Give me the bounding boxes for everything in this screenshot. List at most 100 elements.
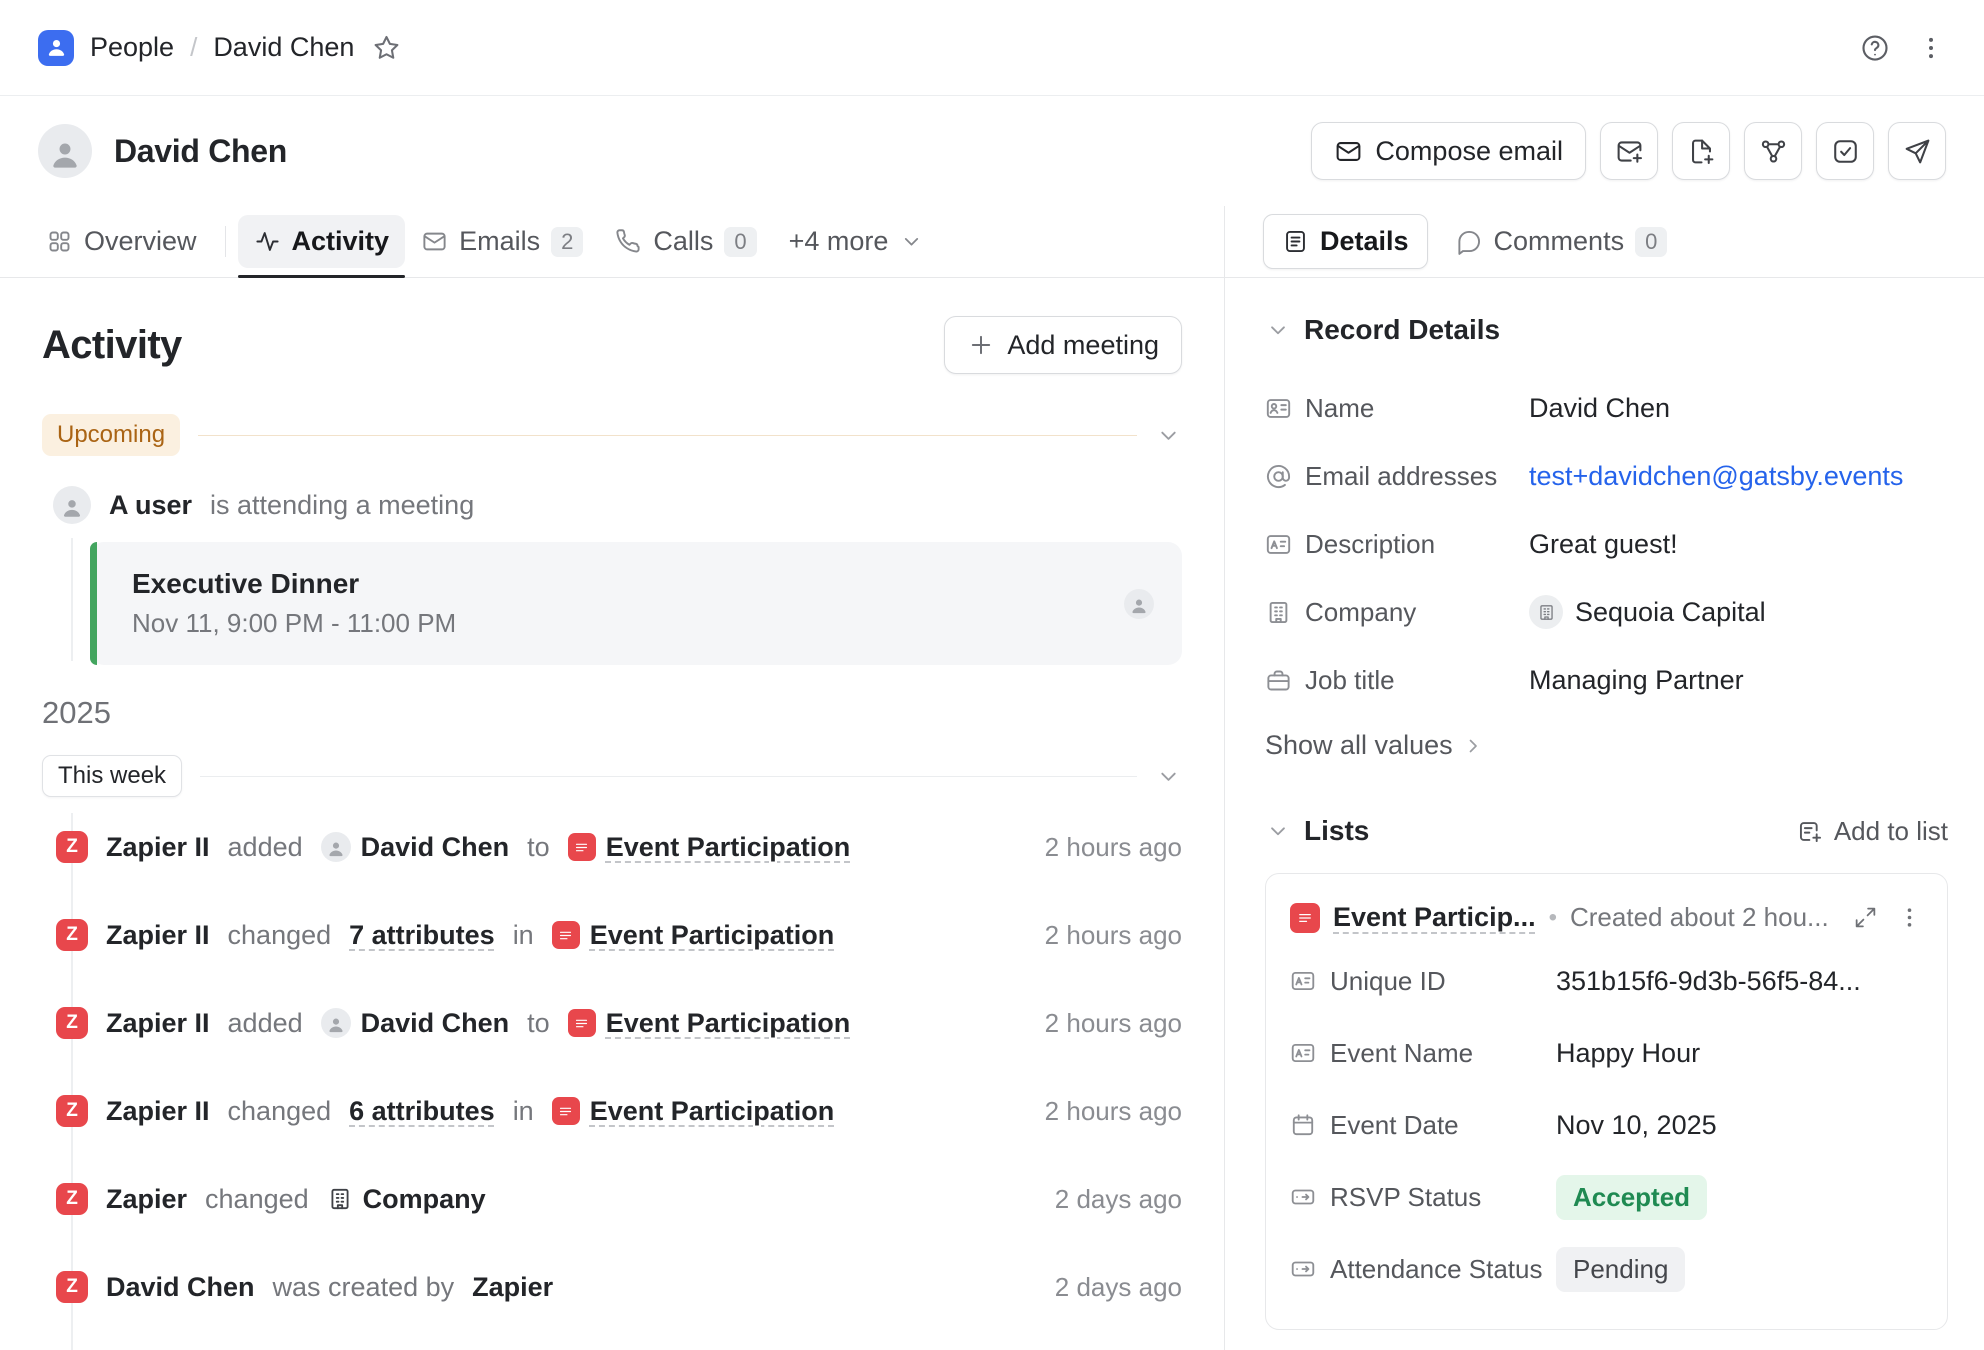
attendance-status-badge[interactable]: Pending	[1556, 1247, 1685, 1292]
tab-overview[interactable]: Overview	[30, 206, 213, 277]
person-avatar	[321, 832, 351, 862]
meeting-card[interactable]: Executive Dinner Nov 11, 9:00 PM - 11:00…	[90, 542, 1182, 665]
email-link[interactable]: test+davidchen@gatsby.events	[1529, 461, 1903, 492]
select-icon	[1290, 1184, 1330, 1210]
people-icon	[38, 30, 74, 66]
tab-activity[interactable]: Activity	[238, 206, 406, 277]
breadcrumb-people[interactable]: People	[90, 32, 174, 63]
person-link[interactable]: David Chen	[321, 832, 510, 863]
show-all-values[interactable]: Show all values	[1265, 730, 1948, 761]
field-event-name: Event Name Happy Hour	[1290, 1017, 1923, 1089]
connections-button[interactable]	[1744, 122, 1802, 180]
unique-id-value[interactable]: 351b15f6-9d3b-56f5-84...	[1556, 966, 1861, 997]
record-details-header[interactable]: Record Details	[1265, 308, 1948, 352]
company-avatar	[1529, 595, 1563, 629]
event-name-value[interactable]: Happy Hour	[1556, 1038, 1700, 1069]
list-plus-icon	[1797, 818, 1824, 845]
list-fields: Unique ID 351b15f6-9d3b-56f5-84... Event…	[1290, 945, 1923, 1305]
rsvp-status-badge[interactable]: Accepted	[1556, 1175, 1707, 1220]
record-actions: Compose email	[1311, 122, 1946, 180]
attributes-link[interactable]: 7 attributes	[349, 920, 495, 951]
sequence-button[interactable]	[1888, 122, 1946, 180]
subject: David Chen	[106, 1272, 255, 1303]
create-note-button[interactable]	[1672, 122, 1730, 180]
list-link[interactable]: Event Participation	[552, 920, 835, 951]
collapse-week-icon[interactable]	[1155, 763, 1182, 790]
attribute-link[interactable]: Company	[327, 1184, 486, 1215]
expand-icon[interactable]	[1853, 905, 1878, 930]
chevron-down-icon	[1265, 818, 1291, 844]
zapier-icon: Z	[56, 919, 88, 951]
zapier-icon: Z	[56, 1271, 88, 1303]
divider-line	[198, 435, 1137, 436]
this-week-divider: This week	[42, 755, 1182, 797]
details-panel: Record Details Name David Chen Email add…	[1225, 278, 1984, 1350]
field-label: Attendance Status	[1330, 1254, 1556, 1285]
event-participation-icon	[552, 1097, 580, 1125]
chevron-down-icon	[1265, 317, 1291, 343]
activity-timeline: Z Zapier II added David Chen to Event Pa…	[42, 803, 1182, 1331]
field-label: Email addresses	[1305, 461, 1529, 492]
activity-row: Z Zapier changed Company 2 days ago	[42, 1155, 1182, 1243]
meeting-title: Executive Dinner	[132, 568, 456, 600]
section-title: Lists	[1304, 815, 1369, 847]
verb: changed	[228, 920, 332, 951]
more-menu-icon[interactable]	[1916, 33, 1946, 63]
connector: to	[527, 1008, 550, 1039]
add-meeting-button[interactable]: Add meeting	[944, 316, 1182, 374]
field-label: Company	[1305, 597, 1529, 628]
job-title-value[interactable]: Managing Partner	[1529, 665, 1744, 696]
collapse-upcoming-icon[interactable]	[1155, 422, 1182, 449]
activity-row: Z Zapier II added David Chen to Event Pa…	[42, 803, 1182, 891]
field-label: Job title	[1305, 665, 1529, 696]
grid-icon	[46, 228, 73, 255]
list-entry-card: Event Particip... • Created about 2 hou.…	[1265, 873, 1948, 1330]
help-icon[interactable]	[1860, 33, 1890, 63]
timestamp: 2 hours ago	[1045, 1096, 1182, 1127]
compose-email-button[interactable]: Compose email	[1311, 122, 1586, 180]
attributes-link[interactable]: 6 attributes	[349, 1096, 495, 1127]
activity-row: Z Zapier II changed 6 attributes in Even…	[42, 1067, 1182, 1155]
content: Activity Add meeting Upcoming A user is …	[0, 278, 1984, 1350]
description-value[interactable]: Great guest!	[1529, 529, 1678, 560]
attending-actor: A user	[109, 490, 192, 521]
add-to-list-button[interactable]: Add to list	[1797, 816, 1948, 847]
more-menu-icon[interactable]	[1896, 904, 1923, 931]
record-header: David Chen Compose email	[0, 96, 1984, 206]
name-value[interactable]: David Chen	[1529, 393, 1670, 424]
company-value[interactable]: Sequoia Capital	[1529, 595, 1766, 629]
field-label: RSVP Status	[1330, 1182, 1556, 1213]
file-plus-icon	[1687, 137, 1716, 166]
list-link[interactable]: Event Participation	[568, 1008, 851, 1039]
list-link[interactable]: Event Participation	[552, 1096, 835, 1127]
event-participation-icon	[568, 1009, 596, 1037]
email-template-button[interactable]	[1600, 122, 1658, 180]
lists-header[interactable]: Lists	[1265, 809, 1797, 853]
list-link[interactable]: Event Participation	[568, 832, 851, 863]
person-link[interactable]: David Chen	[321, 1008, 510, 1039]
tab-more[interactable]: +4 more	[773, 206, 941, 277]
actor: Zapier II	[106, 1096, 210, 1127]
event-date-value[interactable]: Nov 10, 2025	[1556, 1110, 1717, 1141]
favorite-star-icon[interactable]	[372, 33, 401, 62]
id-card-icon	[1265, 395, 1305, 422]
event-participation-icon	[552, 921, 580, 949]
timestamp: 2 hours ago	[1045, 920, 1182, 951]
tabs-row: Overview Activity Emails2 Calls0 +4 more…	[0, 206, 1984, 278]
tab-emails[interactable]: Emails2	[405, 206, 599, 277]
tab-comments[interactable]: Comments0	[1438, 215, 1686, 268]
detail-rows: Name David Chen Email addresses test+dav…	[1265, 374, 1948, 714]
tab-calls[interactable]: Calls0	[599, 206, 772, 277]
meeting-time: Nov 11, 9:00 PM - 11:00 PM	[132, 608, 456, 639]
upcoming-divider: Upcoming	[42, 414, 1182, 456]
create-task-button[interactable]	[1816, 122, 1874, 180]
actor: Zapier II	[106, 920, 210, 951]
side-tabs: Details Comments0	[1225, 206, 1984, 277]
actor: Zapier II	[106, 1008, 210, 1039]
activity-panel: Activity Add meeting Upcoming A user is …	[0, 278, 1225, 1350]
actor: Zapier	[472, 1272, 553, 1303]
list-entry-name[interactable]: Event Particip...	[1333, 902, 1536, 933]
field-label: Unique ID	[1330, 966, 1556, 997]
tab-details[interactable]: Details	[1263, 214, 1428, 269]
nodes-icon	[1759, 137, 1788, 166]
